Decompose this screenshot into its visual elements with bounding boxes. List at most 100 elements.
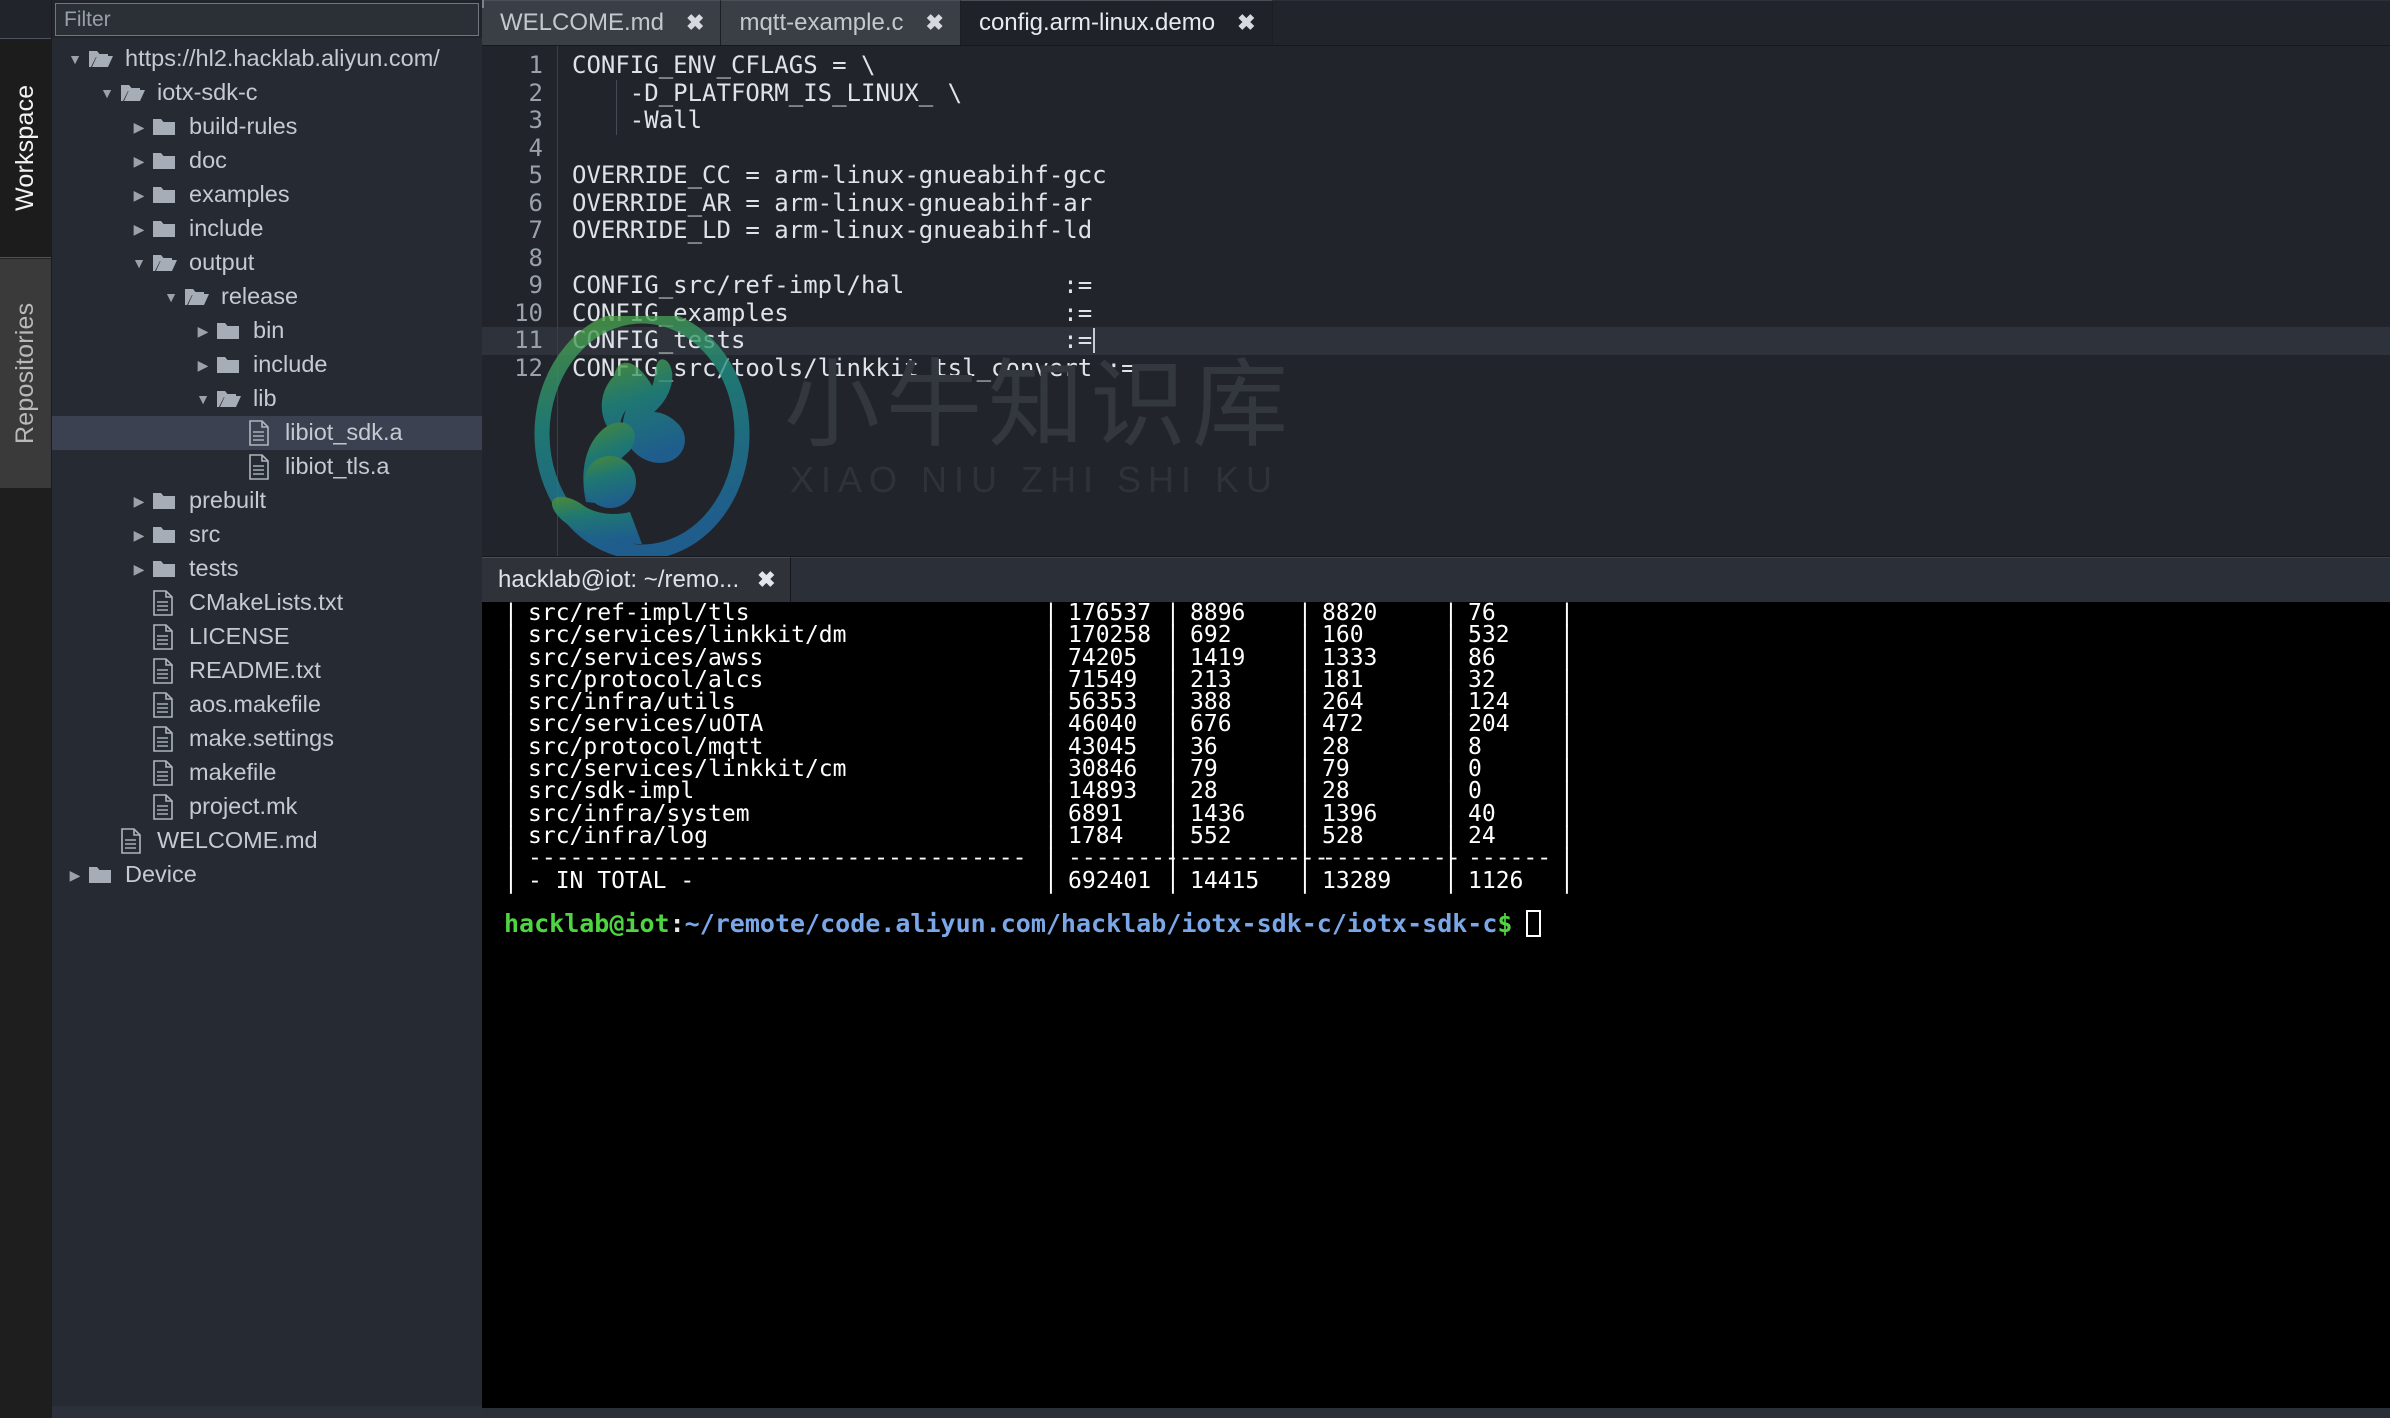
code-line[interactable] bbox=[558, 135, 2390, 163]
chevron-right-icon[interactable]: ▶ bbox=[126, 188, 152, 202]
chevron-right-icon[interactable]: ▶ bbox=[126, 120, 152, 134]
chevron-down-icon[interactable]: ▼ bbox=[126, 256, 152, 270]
tree-item[interactable]: ▼ output bbox=[52, 246, 482, 280]
tree-item[interactable]: ▶ src bbox=[52, 518, 482, 552]
code-line[interactable]: OVERRIDE_AR = arm-linux-gnueabihf-ar bbox=[558, 189, 2390, 218]
code-content[interactable]: CONFIG_ENV_CFLAGS = \ -D_PLATFORM_IS_LIN… bbox=[558, 46, 2390, 556]
chevron-right-icon[interactable]: ▶ bbox=[126, 528, 152, 542]
file-icon bbox=[248, 454, 278, 480]
chevron-down-icon[interactable]: ▼ bbox=[190, 392, 216, 406]
terminal-cell-path: src/services/linkkit/cm bbox=[528, 756, 847, 783]
terminal-cell-bar: | bbox=[1044, 867, 1058, 894]
terminal-output[interactable]: | src/ref-impl/tls | 176537 | 8896 | 8820 | 76 | | s… bbox=[482, 602, 2390, 1418]
terminal-prompt-line[interactable]: hacklab@iot: ~/remote/code.aliyun.com/hac… bbox=[504, 904, 2390, 944]
terminal-cell-bar: | bbox=[1560, 778, 1574, 805]
filter-input[interactable] bbox=[55, 3, 479, 36]
code-line[interactable]: -Wall bbox=[558, 106, 2390, 135]
terminal-cell-bar: | bbox=[1444, 644, 1458, 671]
terminal-tab[interactable]: hacklab@iot: ~/remo... ✖ bbox=[482, 557, 791, 602]
tree-item[interactable]: LICENSE bbox=[52, 620, 482, 654]
terminal-cell-bar: | bbox=[1298, 711, 1312, 738]
prompt-path: ~/remote/code.aliyun.com/hacklab/iotx-sd… bbox=[684, 908, 1498, 938]
chevron-right-icon[interactable]: ▶ bbox=[190, 358, 216, 372]
terminal-cell-bar: | bbox=[504, 845, 518, 872]
code-line[interactable]: OVERRIDE_LD = arm-linux-gnueabihf-ld bbox=[558, 216, 2390, 245]
sidebar-bottom-strip bbox=[52, 1406, 482, 1418]
editor-tabstrip[interactable]: WELCOME.md ✖ mqtt-example.c ✖ config.arm-lin… bbox=[482, 0, 2390, 46]
chevron-right-icon[interactable]: ▶ bbox=[126, 494, 152, 508]
close-icon[interactable]: ✖ bbox=[926, 12, 944, 34]
code-line[interactable]: OVERRIDE_CC = arm-linux-gnueabihf-gcc bbox=[558, 161, 2390, 190]
terminal-cell-bar: | bbox=[1044, 711, 1058, 738]
tree-item[interactable]: ▶ build-rules bbox=[52, 110, 482, 144]
chevron-down-icon[interactable]: ▼ bbox=[62, 52, 88, 66]
code-line[interactable] bbox=[558, 245, 2390, 273]
tree-item[interactable]: makefile bbox=[52, 756, 482, 790]
terminal-cell-size: 6891 bbox=[1068, 800, 1124, 827]
code-line[interactable]: CONFIG_src/tools/linkkit_tsl_convert := bbox=[558, 354, 2390, 383]
chevron-down-icon[interactable]: ▼ bbox=[158, 290, 184, 304]
folder-closed-icon bbox=[152, 150, 182, 172]
terminal-cell-bar: | bbox=[1298, 689, 1312, 716]
tree-item[interactable]: ▶ tests bbox=[52, 552, 482, 586]
chevron-down-icon[interactable]: ▼ bbox=[94, 86, 120, 100]
chevron-right-icon[interactable]: ▶ bbox=[126, 562, 152, 576]
chevron-right-icon[interactable]: ▶ bbox=[126, 222, 152, 236]
code-editor[interactable]: 1 2 3 4 5 6 7 8 9 10 11 12 CONFIG_ENV_CFLAGS = \ -D… bbox=[482, 46, 2390, 556]
tree-item[interactable]: WELCOME.md bbox=[52, 824, 482, 858]
chevron-right-icon[interactable]: ▶ bbox=[190, 324, 216, 338]
chevron-right-icon[interactable]: ▶ bbox=[62, 868, 88, 882]
close-icon[interactable]: ✖ bbox=[1237, 12, 1255, 34]
editor-tab[interactable]: mqtt-example.c ✖ bbox=[721, 0, 961, 45]
file-tree[interactable]: ▼ https://hl2.hacklab.aliyun.com/ ▼ iotx-sd… bbox=[52, 38, 482, 1418]
editor-tab[interactable]: WELCOME.md ✖ bbox=[482, 0, 722, 45]
code-line[interactable]: CONFIG_src/ref-impl/hal := bbox=[558, 271, 2390, 300]
terminal-table-row: | src/services/linkkit/cm | 30846 | 79 | 79 | 0 | bbox=[504, 756, 2390, 783]
close-icon[interactable]: ✖ bbox=[757, 567, 775, 593]
editor-tab[interactable]: config.arm-linux.demo ✖ bbox=[960, 0, 1273, 45]
tree-item[interactable]: libiot_sdk.a bbox=[52, 416, 482, 450]
terminal-cell-bar: | bbox=[504, 711, 518, 738]
terminal-cell-bar: | bbox=[1166, 733, 1180, 760]
tree-item[interactable]: ▼ https://hl2.hacklab.aliyun.com/ bbox=[52, 42, 482, 76]
code-line[interactable]: CONFIG_ENV_CFLAGS = \ bbox=[558, 51, 2390, 80]
chevron-right-icon[interactable]: ▶ bbox=[126, 154, 152, 168]
tree-item[interactable]: libiot_tls.a bbox=[52, 450, 482, 484]
rail-tab-repositories[interactable]: Repositories bbox=[0, 258, 51, 488]
close-icon[interactable]: ✖ bbox=[686, 12, 704, 34]
editor-tab-label: mqtt-example.c bbox=[739, 9, 904, 36]
tree-item[interactable]: aos.makefile bbox=[52, 688, 482, 722]
terminal-tabstrip[interactable]: hacklab@iot: ~/remo... ✖ bbox=[482, 556, 2390, 602]
terminal-table-row: | src/ref-impl/tls | 176537 | 8896 | 8820 | 76 | bbox=[504, 602, 2390, 625]
tree-item[interactable]: ▶ include bbox=[52, 212, 482, 246]
terminal-cell-size: 43045 bbox=[1068, 733, 1138, 760]
tree-item[interactable]: ▶ prebuilt bbox=[52, 484, 482, 518]
tree-item[interactable]: ▼ iotx-sdk-c bbox=[52, 76, 482, 110]
code-line-text: OVERRIDE_CC = arm-linux-gnueabihf-gcc bbox=[572, 161, 1107, 189]
tree-item[interactable]: ▼ release bbox=[52, 280, 482, 314]
tree-item[interactable]: ▼ lib bbox=[52, 382, 482, 416]
tree-item[interactable]: ▶ examples bbox=[52, 178, 482, 212]
tree-item[interactable]: ▶ bin bbox=[52, 314, 482, 348]
tree-item[interactable]: ▶ include bbox=[52, 348, 482, 382]
rail-tab-workspace[interactable]: Workspace bbox=[0, 38, 51, 258]
tree-item[interactable]: README.txt bbox=[52, 654, 482, 688]
terminal-cell-count3: 1126 bbox=[1468, 867, 1524, 894]
code-line[interactable]: CONFIG_tests := bbox=[558, 326, 2390, 355]
terminal-cell-path: - IN TOTAL - bbox=[528, 867, 695, 894]
tree-item[interactable]: make.settings bbox=[52, 722, 482, 756]
terminal-cell-bar: | bbox=[1298, 822, 1312, 849]
tree-item[interactable]: ▶ Device bbox=[52, 858, 482, 892]
tree-item-label: CMakeLists.txt bbox=[189, 589, 344, 616]
tree-item[interactable]: project.mk bbox=[52, 790, 482, 824]
code-line[interactable]: -D_PLATFORM_IS_LINUX_ \ bbox=[558, 79, 2390, 108]
tree-item[interactable]: CMakeLists.txt bbox=[52, 586, 482, 620]
editor-tab-label: WELCOME.md bbox=[500, 9, 665, 36]
terminal-cell-bar: | bbox=[1560, 622, 1574, 649]
code-line[interactable]: CONFIG_examples := bbox=[558, 299, 2390, 328]
terminal-cell-count3: 532 bbox=[1468, 622, 1510, 649]
tree-item[interactable]: ▶ doc bbox=[52, 144, 482, 178]
terminal-cell-path: src/protocol/mqtt bbox=[528, 733, 764, 760]
terminal-cell-bar: | bbox=[1298, 845, 1312, 872]
line-number: 3 bbox=[528, 106, 543, 134]
